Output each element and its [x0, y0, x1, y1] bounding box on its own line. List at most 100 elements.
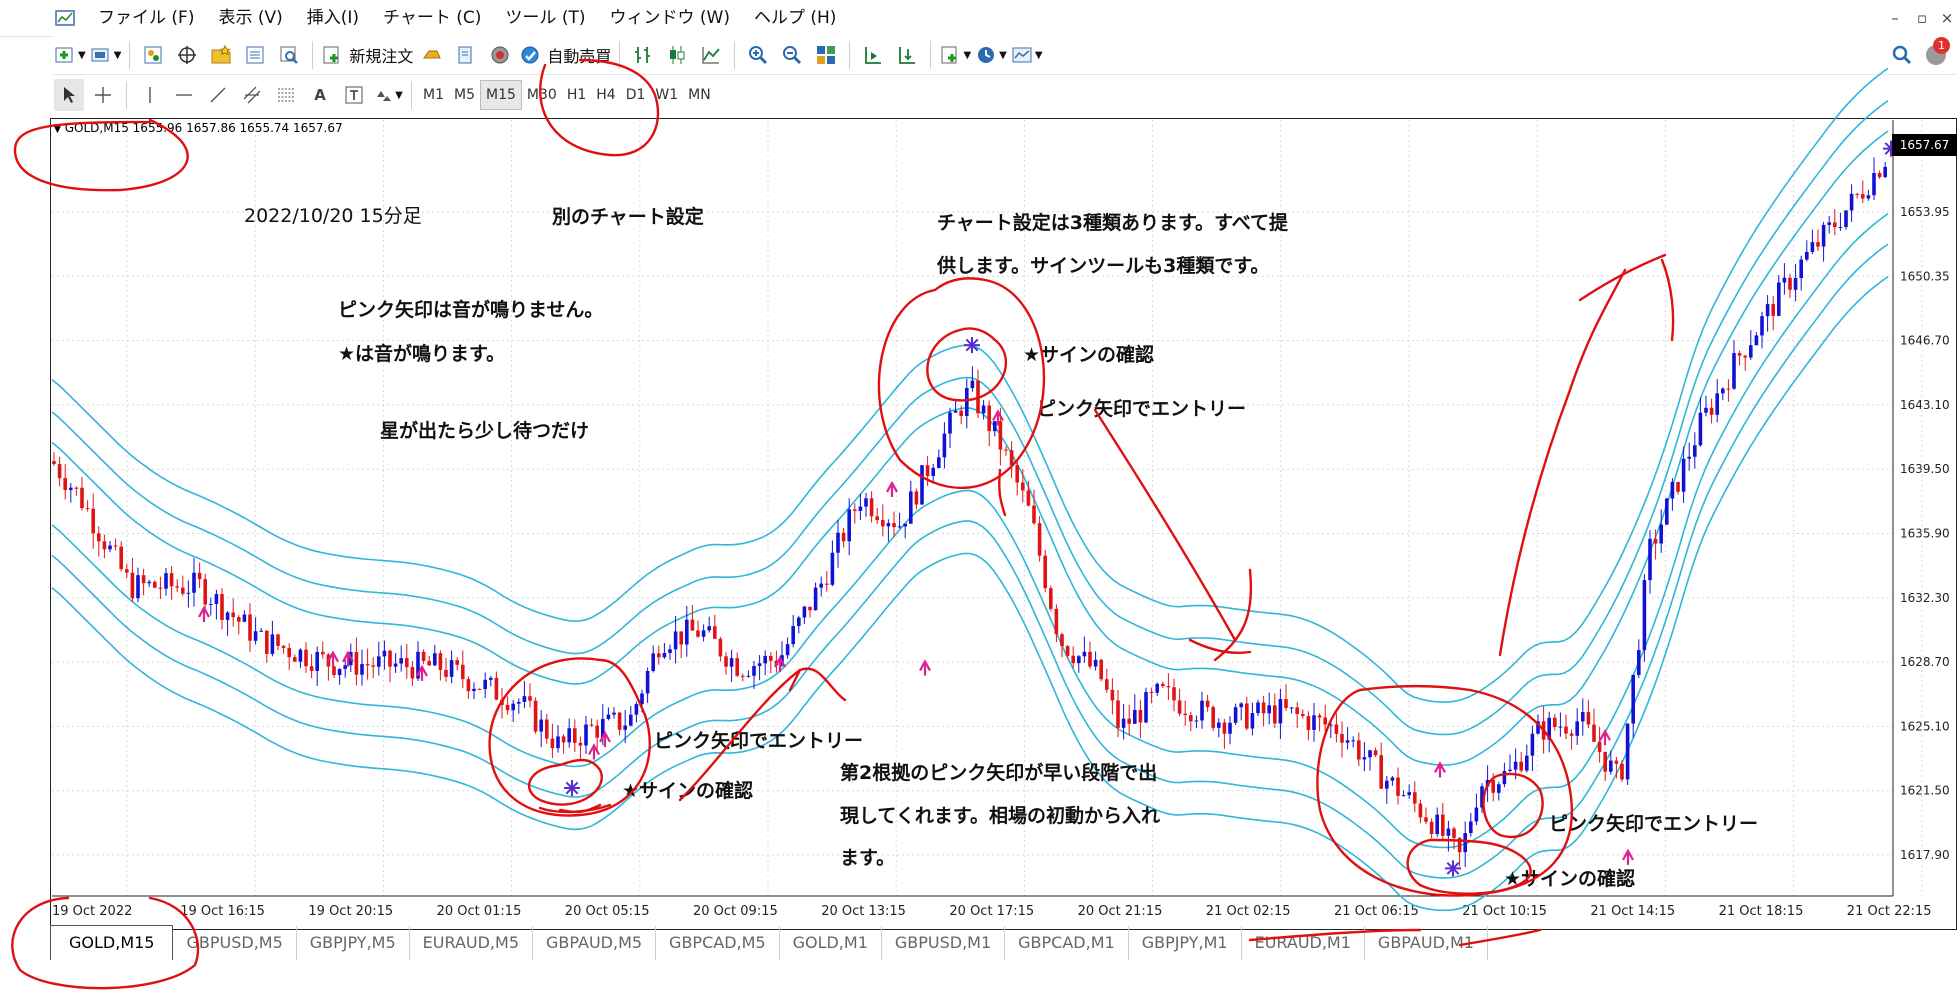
candle-body — [231, 612, 235, 618]
candle-body — [897, 526, 902, 528]
candle-body — [545, 719, 549, 739]
candle-body — [1161, 683, 1165, 687]
candle-body — [259, 630, 263, 632]
time-tick-label: 20 Oct 01:15 — [437, 904, 522, 919]
candle-body — [1474, 807, 1479, 822]
candle-body — [1827, 222, 1831, 225]
candle-body — [920, 465, 924, 505]
candle-body — [797, 617, 801, 627]
candle-body — [511, 703, 515, 711]
candle-body — [214, 594, 219, 604]
candle-body — [853, 509, 857, 511]
candle-body — [1821, 224, 1826, 247]
candle-body — [1592, 724, 1596, 742]
candle-body — [1021, 482, 1025, 491]
tab-euraud-m1[interactable]: EURAUD,M1 — [1242, 926, 1365, 960]
candle-body — [1418, 803, 1423, 818]
candle-body — [931, 467, 935, 477]
candle-body — [1609, 760, 1613, 772]
candle-body — [1317, 715, 1322, 718]
candle-body — [589, 724, 594, 726]
candle-body — [1519, 761, 1523, 771]
candle-body — [903, 523, 907, 527]
candle-body — [752, 665, 756, 676]
candle-body — [584, 724, 588, 746]
star-signal-icon — [963, 337, 981, 354]
collapse-triangle-icon[interactable]: ▼ — [54, 125, 61, 135]
candle-body — [265, 630, 269, 654]
tab-euraud-m5[interactable]: EURAUD,M5 — [410, 926, 533, 960]
candle-body — [1541, 721, 1546, 740]
time-tick-label: 20 Oct 09:15 — [693, 904, 778, 919]
candle-body — [1222, 722, 1227, 734]
candle-body — [550, 738, 555, 749]
candle-body — [819, 583, 823, 588]
candle-body — [1401, 795, 1406, 797]
symbol-header: ▼ GOLD,M15 1655.96 1657.86 1655.74 1657.… — [54, 121, 343, 135]
tab-gold-m1[interactable]: GOLD,M1 — [780, 926, 882, 960]
candle-body — [505, 704, 510, 711]
candle-body — [707, 626, 711, 631]
tab-gbpjpy-m1[interactable]: GBPJPY,M1 — [1129, 926, 1242, 960]
tab-gbpaud-m1[interactable]: GBPAUD,M1 — [1365, 926, 1488, 960]
candle-body — [640, 693, 644, 705]
candle-body — [1765, 304, 1770, 317]
candle-body — [729, 658, 734, 667]
candle-body — [612, 712, 616, 715]
candle-body — [1777, 282, 1781, 316]
price-tick-label: 1621.50 — [1900, 784, 1950, 798]
candle-body — [757, 663, 762, 666]
candle-body — [382, 650, 387, 657]
candle-body — [1351, 740, 1355, 742]
time-tick-label: 19 Oct 20:15 — [308, 904, 393, 919]
candle-body — [1452, 828, 1456, 838]
candle-body — [57, 463, 62, 479]
candle-body — [1838, 227, 1843, 229]
candle-body — [869, 498, 874, 517]
candle-body — [1771, 304, 1775, 316]
candle-body — [427, 660, 431, 666]
candle-body — [388, 650, 392, 667]
candle-body — [1284, 699, 1288, 708]
candle-body — [365, 664, 370, 666]
candle-body — [741, 675, 745, 677]
candle-body — [1530, 733, 1535, 756]
candle-body — [1345, 740, 1350, 743]
candle-body — [724, 656, 728, 667]
candle-body — [673, 631, 678, 650]
star-signal-icon — [1444, 860, 1462, 877]
candle-body — [1009, 450, 1014, 466]
tab-gbpcad-m1[interactable]: GBPCAD,M1 — [1005, 926, 1129, 960]
candle-body — [97, 533, 101, 542]
candle-body — [1245, 703, 1249, 729]
price-tick-label: 1646.70 — [1900, 334, 1950, 348]
candle-body — [1239, 703, 1243, 708]
candle-body — [1043, 555, 1047, 589]
candle-body — [444, 669, 448, 677]
tab-gbpusd-m1[interactable]: GBPUSD,M1 — [882, 926, 1006, 960]
candle-body — [668, 649, 672, 653]
candle-body — [203, 579, 207, 605]
candle-body — [253, 631, 258, 641]
candle-body — [449, 660, 454, 677]
candle-body — [1357, 740, 1361, 760]
tab-gbpusd-m5[interactable]: GBPUSD,M5 — [173, 926, 297, 960]
candle-body — [298, 649, 303, 662]
candle-body — [1306, 716, 1311, 730]
candle-body — [1872, 173, 1876, 196]
tab-gbpaud-m5[interactable]: GBPAUD,M5 — [533, 926, 657, 960]
candle-body — [858, 506, 863, 511]
candle-body — [713, 626, 717, 639]
candle-body — [405, 658, 409, 668]
candle-body — [1575, 721, 1579, 736]
tab-gbpcad-m5[interactable]: GBPCAD,M5 — [656, 926, 780, 960]
tab-gbpjpy-m5[interactable]: GBPJPY,M5 — [297, 926, 410, 960]
candle-body — [1726, 388, 1731, 390]
candle-body — [1861, 194, 1865, 199]
candle-body — [270, 634, 275, 654]
settings-note-2: 供します。サインツールも3種類です。 — [937, 255, 1270, 277]
candle-body — [1015, 465, 1019, 483]
tab-gold-m15[interactable]: GOLD,M15 — [50, 925, 174, 960]
candle-body — [1082, 651, 1087, 657]
candle-body — [1429, 821, 1434, 835]
